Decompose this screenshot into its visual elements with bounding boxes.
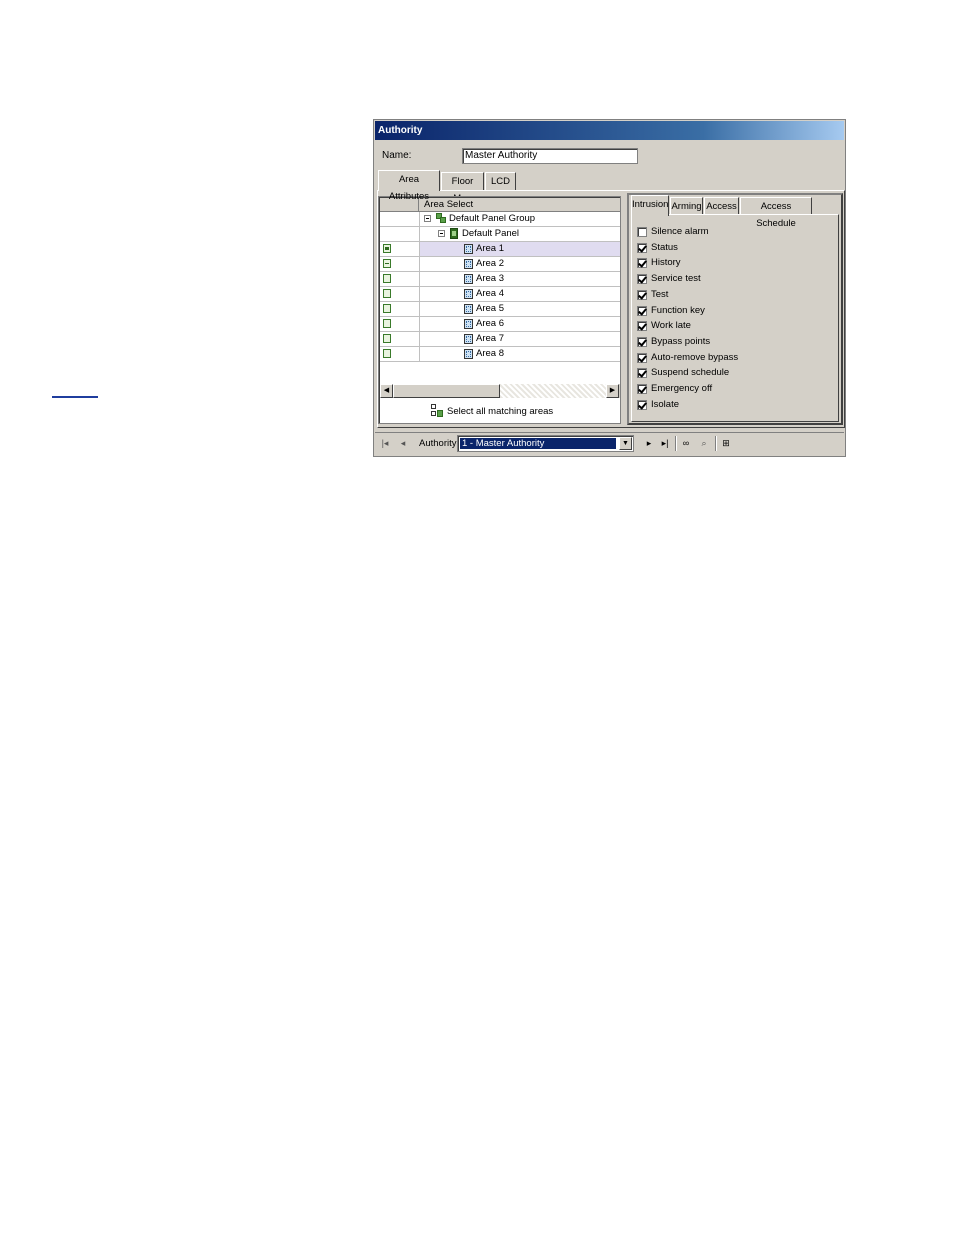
area-icon [464, 289, 473, 299]
tab-arming[interactable]: Arming [670, 197, 703, 215]
tree-row-group[interactable]: Default Panel Group [380, 212, 620, 227]
checkbox-box[interactable] [637, 321, 647, 331]
area-status-empty-icon[interactable] [383, 334, 391, 343]
scroll-left-icon[interactable]: ◀ [380, 384, 393, 398]
find-next-icon[interactable]: ⌕ [698, 437, 710, 449]
area-label: Area 2 [476, 258, 504, 269]
area-row[interactable]: Area 7 [380, 332, 620, 347]
area-status-empty-icon[interactable] [383, 289, 391, 298]
checkbox-box[interactable] [637, 384, 647, 394]
checkbox-box[interactable] [637, 400, 647, 410]
chevron-down-icon[interactable]: ▼ [619, 437, 632, 450]
area-select-grid[interactable]: Area Select Default Panel Group Default … [378, 196, 621, 424]
area-label: Area 1 [476, 243, 504, 254]
previous-record-icon[interactable]: ◂ [397, 437, 409, 449]
area-icon [464, 319, 473, 329]
checkbox-box[interactable] [637, 243, 647, 253]
checkbox-label: Suspend schedule [651, 367, 730, 378]
checkbox-label: History [651, 257, 681, 268]
area-status-plus-icon[interactable] [383, 244, 391, 253]
area-icon [464, 244, 473, 254]
checkbox-label: Function key [651, 305, 705, 316]
scroll-thumb[interactable] [393, 384, 500, 398]
area-status-empty-icon[interactable] [383, 319, 391, 328]
collapse-icon[interactable] [424, 215, 431, 222]
checkbox-box[interactable] [637, 227, 647, 237]
page-link-underline[interactable] [52, 396, 98, 398]
area-row[interactable]: Area 3 [380, 272, 620, 287]
area-row[interactable]: Area 1 [380, 242, 620, 257]
tree-label-panel: Default Panel [462, 228, 520, 239]
authority-select[interactable]: 1 - Master Authority ▼ [457, 435, 634, 452]
navigator-label: Authority [419, 438, 457, 449]
scroll-right-icon[interactable]: ▶ [606, 384, 619, 398]
area-icon [464, 259, 473, 269]
checkbox-label: Isolate [651, 399, 679, 410]
area-label: Area 4 [476, 288, 504, 299]
area-icon [464, 274, 473, 284]
find-binoculars-icon[interactable]: ∞ [680, 437, 692, 449]
window-title: Authority [375, 121, 844, 140]
select-matching-icon [431, 404, 443, 418]
authority-window: Authority Name: Master Authority Area At… [373, 119, 846, 457]
tab-access-schedule[interactable]: Access Schedule [740, 197, 812, 229]
first-record-icon[interactable]: |◂ [379, 437, 391, 449]
checkbox-label: Service test [651, 273, 701, 284]
area-icon [464, 349, 473, 359]
checkbox-label: Test [651, 289, 669, 300]
area-label: Area 8 [476, 348, 504, 359]
area-row[interactable]: Area 2 [380, 257, 620, 272]
area-status-empty-icon[interactable] [383, 274, 391, 283]
checkbox-label: Status [651, 242, 678, 253]
name-label: Name: [382, 150, 412, 161]
checkbox-label: Auto-remove bypass [651, 352, 739, 363]
checkbox-label: Emergency off [651, 383, 713, 394]
area-status-minus-icon[interactable] [383, 259, 391, 268]
tab-intrusion[interactable]: Intrusion [631, 195, 669, 216]
area-status-empty-icon[interactable] [383, 304, 391, 313]
area-row[interactable]: Area 6 [380, 317, 620, 332]
checkbox-box[interactable] [637, 274, 647, 284]
new-record-icon[interactable]: ⊞ [720, 437, 732, 449]
collapse-icon[interactable] [438, 230, 445, 237]
area-row[interactable]: Area 4 [380, 287, 620, 302]
record-navigator: |◂ ◂ Authority 1 - Master Authority ▼ ▸ … [375, 432, 844, 454]
area-row[interactable]: Area 5 [380, 302, 620, 317]
name-input[interactable]: Master Authority [462, 148, 638, 164]
tab-access[interactable]: Access [704, 197, 739, 215]
checkbox-box[interactable] [637, 290, 647, 300]
area-label: Area 7 [476, 333, 504, 344]
tree-row-panel[interactable]: Default Panel [380, 227, 620, 242]
authority-select-value: 1 - Master Authority [460, 438, 616, 449]
select-all-label: Select all matching areas [447, 406, 554, 417]
checkbox-label: Silence alarm [651, 226, 709, 237]
checkbox-box[interactable] [637, 258, 647, 268]
last-record-icon[interactable]: ▸| [659, 437, 671, 449]
checkbox-box[interactable] [637, 337, 647, 347]
tab-area-attributes[interactable]: Area Attributes [378, 170, 440, 202]
area-row[interactable]: Area 8 [380, 347, 620, 362]
checkbox-label: Work late [651, 320, 691, 331]
area-label: Area 3 [476, 273, 504, 284]
select-all-matching-areas-button[interactable]: Select all matching areas [431, 404, 554, 417]
panel-group-icon [436, 213, 447, 224]
area-label: Area 5 [476, 303, 504, 314]
area-icon [464, 334, 473, 344]
panel-icon [450, 228, 458, 239]
checkbox-box[interactable] [637, 368, 647, 378]
area-label: Area 6 [476, 318, 504, 329]
tab-lcd[interactable]: LCD [485, 172, 516, 190]
checkbox-label: Bypass points [651, 336, 711, 347]
next-record-icon[interactable]: ▸ [643, 437, 655, 449]
tree-label-group: Default Panel Group [449, 213, 536, 224]
area-status-empty-icon[interactable] [383, 349, 391, 358]
grid-header-area-select[interactable]: Area Select [424, 199, 473, 210]
tab-floor-map[interactable]: Floor Map [441, 172, 484, 204]
checkbox-box[interactable] [637, 353, 647, 363]
area-icon [464, 304, 473, 314]
horizontal-scrollbar[interactable]: ◀ ▶ [380, 384, 620, 398]
checkbox-box[interactable] [637, 306, 647, 316]
